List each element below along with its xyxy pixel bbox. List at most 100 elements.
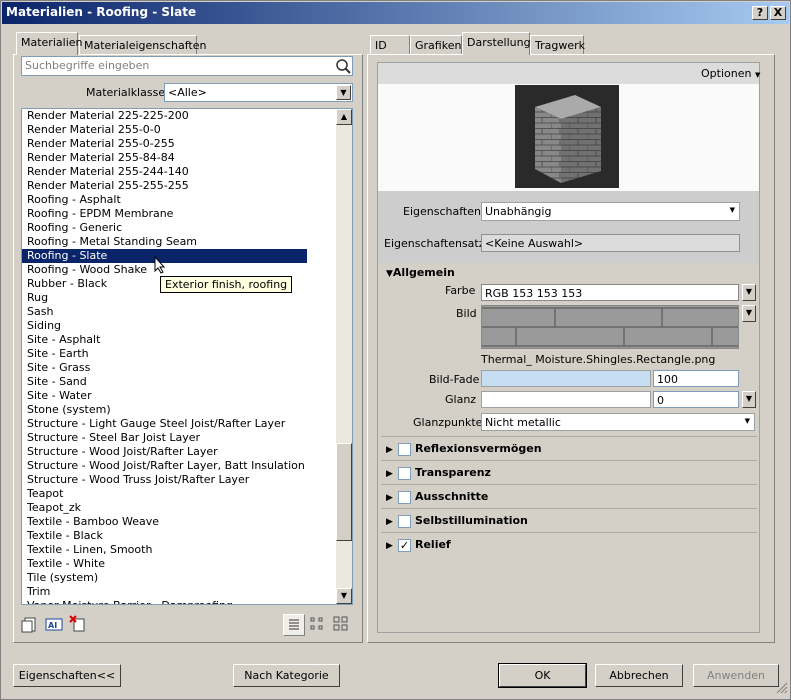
- list-item[interactable]: Teapot: [22, 487, 352, 501]
- divider: [381, 460, 757, 461]
- list-item[interactable]: Structure - Wood Joist/Rafter Layer: [22, 445, 352, 459]
- list-item[interactable]: Stone (system): [22, 403, 352, 417]
- tooltip: Exterior finish, roofing: [160, 276, 293, 293]
- tab-materials[interactable]: Materialien: [16, 32, 82, 55]
- list-item[interactable]: Roofing - Asphalt: [22, 193, 352, 207]
- section-header-3[interactable]: ▶: [386, 514, 393, 527]
- list-item[interactable]: Render Material 255-244-140: [22, 165, 352, 179]
- list-view-icon[interactable]: [283, 614, 305, 636]
- large-icons-view-icon[interactable]: [333, 616, 349, 635]
- section-header-0[interactable]: ▶: [386, 442, 393, 455]
- cancel-button[interactable]: Abbrechen: [595, 664, 683, 687]
- tab-structural[interactable]: Tragwerk: [530, 35, 585, 55]
- delete-material-icon[interactable]: [69, 615, 87, 636]
- image-fade-label: Bild-Fade: [429, 373, 480, 386]
- title-bar: Materialien - Roofing - Slate ? X: [2, 2, 789, 24]
- list-item[interactable]: Render Material 255-84-84: [22, 151, 352, 165]
- new-material-icon[interactable]: [21, 617, 39, 636]
- list-item[interactable]: Structure - Wood Joist/Rafter Layer, Bat…: [22, 459, 352, 473]
- color-dropdown-icon[interactable]: ▼: [742, 284, 756, 301]
- image-fade-input[interactable]: 100: [653, 370, 739, 387]
- list-item[interactable]: Sash: [22, 305, 352, 319]
- list-item[interactable]: Render Material 255-0-255: [22, 137, 352, 151]
- image-fade-slider[interactable]: [481, 370, 651, 387]
- section-label: Ausschnitte: [415, 490, 489, 503]
- list-item[interactable]: Roofing - Wood Shake: [22, 263, 352, 277]
- list-item[interactable]: Roofing - EPDM Membrane: [22, 207, 352, 221]
- scroll-thumb[interactable]: [336, 443, 352, 541]
- search-icon[interactable]: [334, 57, 352, 75]
- list-item[interactable]: Teapot_zk: [22, 501, 352, 515]
- tab-graphics[interactable]: Grafiken: [410, 35, 462, 55]
- scroll-up-icon[interactable]: ▲: [336, 109, 352, 125]
- list-item[interactable]: Site - Earth: [22, 347, 352, 361]
- ok-button[interactable]: OK: [498, 663, 587, 688]
- section-label: Transparenz: [415, 466, 491, 479]
- list-item[interactable]: Site - Sand: [22, 375, 352, 389]
- section-label: Reflexionsvermögen: [415, 442, 542, 455]
- scroll-down-icon[interactable]: ▼: [336, 588, 352, 604]
- highlights-label: Glanzpunkte: [413, 416, 483, 429]
- search-input[interactable]: Suchbegriffe eingeben: [21, 56, 353, 76]
- section-header-4[interactable]: ▶: [386, 538, 393, 551]
- tab-id[interactable]: ID: [370, 35, 410, 55]
- apply-button[interactable]: Anwenden: [693, 664, 779, 687]
- tab-appearance[interactable]: Darstellung: [462, 32, 531, 55]
- list-item[interactable]: Textile - Black: [22, 529, 352, 543]
- list-item[interactable]: Structure - Wood Truss Joist/Rafter Laye…: [22, 473, 352, 487]
- list-item[interactable]: Textile - Linen, Smooth: [22, 543, 352, 557]
- collapsed-arrow-icon: ▶: [386, 445, 393, 455]
- chevron-down-icon[interactable]: ▼: [336, 85, 351, 100]
- collapsed-arrow-icon: ▶: [386, 517, 393, 527]
- class-filter-select[interactable]: <Alle> ▼: [164, 83, 353, 102]
- properties-toggle-button[interactable]: Eigenschaften<<: [13, 664, 121, 687]
- collapsed-arrow-icon: ▶: [386, 469, 393, 479]
- close-button[interactable]: X: [770, 6, 786, 20]
- list-item[interactable]: Render Material 255-0-0: [22, 123, 352, 137]
- list-item[interactable]: Site - Grass: [22, 361, 352, 375]
- highlights-select[interactable]: Nicht metallic ▼: [481, 413, 755, 431]
- list-item[interactable]: Site - Asphalt: [22, 333, 352, 347]
- small-icons-view-icon[interactable]: [310, 617, 324, 634]
- resize-grip-icon[interactable]: [776, 682, 788, 697]
- gloss-slider[interactable]: [481, 391, 651, 408]
- list-item[interactable]: Trim: [22, 585, 352, 599]
- options-button[interactable]: Optionen ▼: [701, 67, 760, 80]
- list-item[interactable]: Textile - Bamboo Weave: [22, 515, 352, 529]
- texture-image[interactable]: [481, 305, 739, 349]
- color-swatch[interactable]: RGB 153 153 153: [481, 284, 739, 301]
- list-scrollbar[interactable]: ▲ ▼: [336, 109, 352, 604]
- list-item[interactable]: Site - Water: [22, 389, 352, 403]
- section-checkbox[interactable]: [398, 515, 411, 528]
- options-arrow-icon: ▼: [754, 71, 761, 79]
- gloss-dropdown-icon[interactable]: ▼: [742, 391, 756, 408]
- list-item[interactable]: Render Material 225-225-200: [22, 109, 352, 123]
- list-item[interactable]: Textile - White: [22, 557, 352, 571]
- rename-material-icon[interactable]: AI: [45, 617, 65, 636]
- list-item[interactable]: Roofing - Generic: [22, 221, 352, 235]
- tab-material-properties[interactable]: Materialeigenschaften: [79, 35, 206, 55]
- list-item[interactable]: Roofing - Metal Standing Seam: [22, 235, 352, 249]
- expanded-arrow-icon: ▼: [386, 269, 393, 279]
- by-category-button[interactable]: Nach Kategorie: [233, 664, 340, 687]
- list-item[interactable]: Tile (system): [22, 571, 352, 585]
- properties-select[interactable]: Unabhängig ▼: [481, 202, 740, 221]
- section-header-2[interactable]: ▶: [386, 490, 393, 503]
- list-item[interactable]: Render Material 255-255-255: [22, 179, 352, 193]
- list-item[interactable]: Structure - Steel Bar Joist Layer: [22, 431, 352, 445]
- list-item[interactable]: Vapor Moisture Barrier - Damproofing: [22, 599, 352, 604]
- material-list[interactable]: Render Material 225-225-200 Render Materi…: [21, 108, 353, 605]
- section-checkbox[interactable]: ✓: [398, 539, 411, 552]
- list-item[interactable]: Structure - Light Gauge Steel Joist/Raft…: [22, 417, 352, 431]
- image-dropdown-icon[interactable]: ▼: [742, 305, 756, 322]
- section-checkbox[interactable]: [398, 491, 411, 504]
- help-button[interactable]: ?: [752, 6, 768, 20]
- general-section-header[interactable]: ▼Allgemein: [386, 266, 455, 279]
- section-checkbox[interactable]: [398, 467, 411, 480]
- section-header-1[interactable]: ▶: [386, 466, 393, 479]
- divider: [381, 532, 757, 533]
- list-item[interactable]: Rug: [22, 291, 352, 305]
- section-checkbox[interactable]: [398, 443, 411, 456]
- list-item[interactable]: Siding: [22, 319, 352, 333]
- gloss-input[interactable]: 0: [653, 391, 739, 408]
